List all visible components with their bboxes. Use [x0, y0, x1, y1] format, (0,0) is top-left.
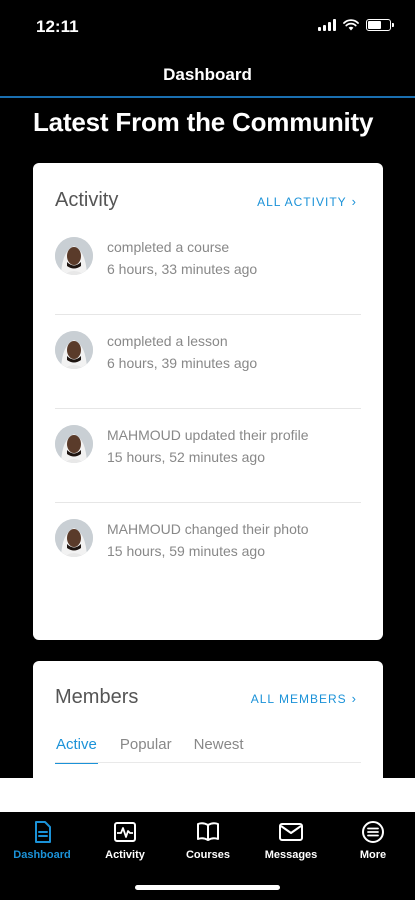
- tabbar-more-label: More: [359, 849, 387, 861]
- activity-timestamp: 15 hours, 59 minutes ago: [107, 543, 265, 559]
- activity-icon: [114, 822, 136, 842]
- tab-popular[interactable]: Popular: [120, 736, 172, 764]
- all-members-label: ALL MEMBERS: [250, 691, 347, 706]
- tabbar-dashboard-label: Dashboard: [13, 849, 71, 861]
- activity-timestamp: 6 hours, 39 minutes ago: [107, 355, 258, 371]
- content-footer: [0, 778, 415, 812]
- avatar: [55, 331, 93, 369]
- all-activity-label: ALL ACTIVITY: [257, 194, 347, 209]
- members-title: Members: [55, 686, 139, 708]
- all-members-link[interactable]: ALL MEMBERS ›: [251, 691, 357, 706]
- activity-title: Activity: [55, 189, 119, 211]
- tabbar-messages[interactable]: Messages: [251, 819, 331, 861]
- activity-timestamp: 6 hours, 33 minutes ago: [107, 261, 258, 277]
- avatar: [55, 425, 93, 463]
- avatar: [55, 237, 93, 275]
- tabbar-courses-label: Courses: [185, 849, 231, 861]
- members-tabs: Active Popular Newest: [55, 736, 266, 764]
- more-icon: [362, 821, 384, 843]
- messages-icon: [279, 823, 303, 841]
- all-activity-link[interactable]: ALL ACTIVITY ›: [257, 194, 357, 209]
- tab-newest[interactable]: Newest: [194, 736, 244, 764]
- battery-icon: [366, 19, 394, 31]
- cellular-signal-icon: [318, 19, 336, 31]
- status-bar: 12:11: [0, 0, 415, 54]
- chevron-right-icon: ›: [351, 691, 357, 706]
- activity-description: MAHMOUD updated their profile: [107, 427, 309, 443]
- tabbar-activity-label: Activity: [105, 849, 145, 861]
- activity-timestamp: 15 hours, 52 minutes ago: [107, 449, 265, 465]
- courses-icon: [197, 822, 219, 841]
- dashboard-icon: [35, 821, 51, 843]
- page-heading: Latest From the Community: [33, 107, 374, 137]
- home-indicator[interactable]: [135, 885, 280, 890]
- activity-item[interactable]: completed a lesson 6 hours, 39 minutes a…: [55, 315, 361, 409]
- status-icons: [318, 19, 394, 31]
- nav-title: Dashboard: [163, 65, 252, 84]
- members-card: Members ALL MEMBERS › Active Popular New…: [33, 661, 383, 791]
- bottom-tab-bar: Dashboard Activity Courses Messages More: [0, 812, 415, 900]
- activity-description: MAHMOUD changed their photo: [107, 521, 309, 537]
- tabbar-messages-label: Messages: [264, 849, 318, 861]
- navigation-bar: Dashboard: [0, 54, 415, 98]
- chevron-right-icon: ›: [351, 194, 357, 209]
- tabbar-courses[interactable]: Courses: [168, 819, 248, 861]
- tabbar-more[interactable]: More: [333, 819, 413, 861]
- status-time: 12:11: [36, 17, 79, 36]
- activity-description: completed a course: [107, 239, 230, 255]
- tab-active[interactable]: Active: [55, 736, 98, 764]
- activity-item[interactable]: MAHMOUD changed their photo 15 hours, 59…: [55, 503, 361, 597]
- wifi-icon: [343, 19, 359, 31]
- avatar: [55, 519, 93, 557]
- tabbar-activity[interactable]: Activity: [85, 819, 165, 861]
- activity-card: Activity ALL ACTIVITY › completed a cour…: [33, 163, 383, 640]
- activity-item[interactable]: completed a course 6 hours, 33 minutes a…: [55, 221, 361, 315]
- tabbar-dashboard[interactable]: Dashboard: [2, 819, 82, 861]
- tabs-divider: [55, 762, 361, 763]
- activity-description: completed a lesson: [107, 333, 228, 349]
- activity-item[interactable]: MAHMOUD updated their profile 15 hours, …: [55, 409, 361, 503]
